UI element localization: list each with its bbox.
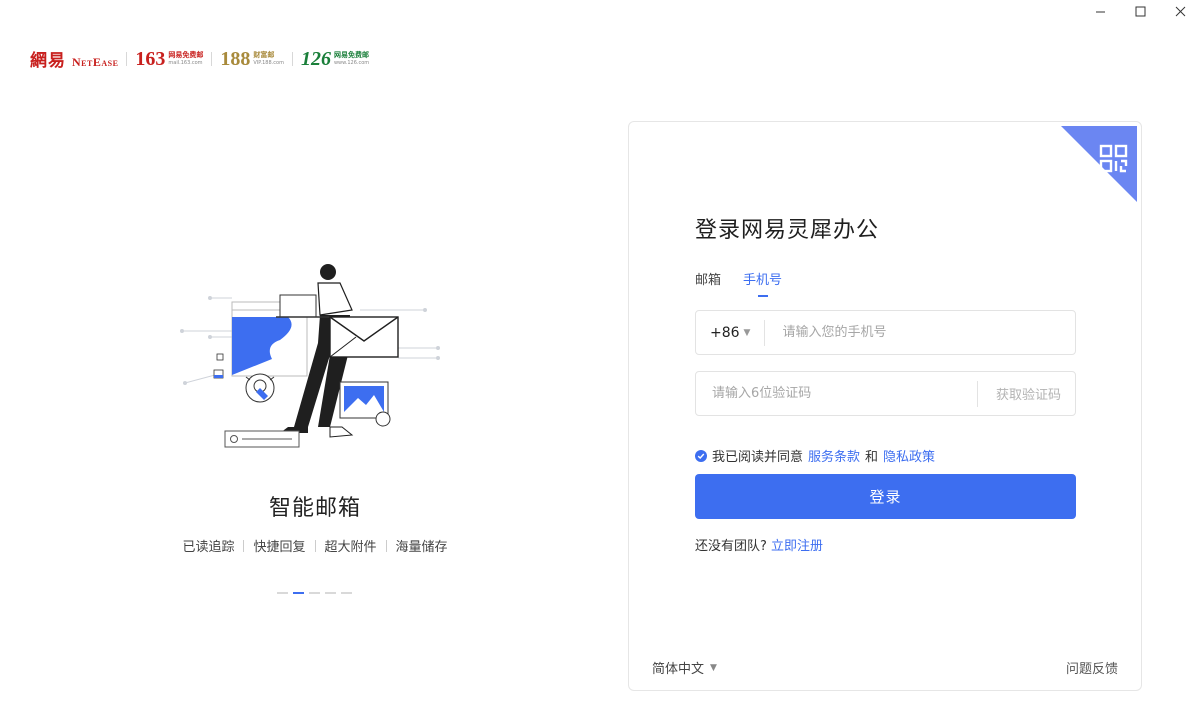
carousel-dot[interactable] [277, 592, 288, 594]
carousel-dot[interactable] [325, 592, 336, 594]
language-value: 简体中文 [652, 662, 705, 677]
brand-126-title: 网易免费邮 [333, 50, 369, 59]
privacy-link[interactable]: 隐私政策 [883, 446, 935, 465]
qr-login-toggle[interactable] [1061, 126, 1137, 202]
maximize-icon [1135, 6, 1145, 16]
brand-188: 188 财富邮 VIP.188.com [220, 49, 284, 69]
get-code-button[interactable]: 获取验证码 [978, 384, 1075, 403]
tab-email[interactable]: 邮箱 [695, 269, 721, 288]
brand-188-title: 财富邮 [253, 50, 275, 59]
signup-row: 还没有团队? 立即注册 [695, 535, 823, 554]
netease-logo-en: NetEase [72, 55, 119, 69]
brand-188-number: 188 [220, 47, 251, 70]
verification-code-input[interactable] [696, 372, 977, 415]
agreement-prefix: 我已阅读并同意 [712, 450, 804, 465]
maximize-button[interactable] [1120, 0, 1160, 22]
phone-field: +86 ▼ [695, 310, 1076, 355]
code-field: 获取验证码 [695, 371, 1076, 416]
minimize-icon [1095, 11, 1105, 12]
carousel-indicator [277, 592, 352, 594]
close-button[interactable] [1160, 0, 1200, 22]
hero-features: 已读追踪 快捷回复 超大附件 海量储存 [0, 536, 630, 555]
feature-large-attachment: 超大附件 [324, 540, 377, 555]
brand-163-title: 网易免费邮 [168, 50, 204, 59]
terms-link[interactable]: 服务条款 [808, 446, 860, 465]
window-controls [1080, 0, 1200, 22]
agreement-and: 和 [865, 450, 879, 465]
hero-title: 智能邮箱 [268, 496, 361, 521]
signup-prefix: 还没有团队? [695, 539, 767, 554]
feature-mass-storage: 海量储存 [395, 540, 448, 555]
caret-down-icon: ▼ [743, 327, 751, 338]
country-code-select[interactable]: +86 ▼ [696, 311, 764, 354]
check-icon [697, 453, 705, 459]
netease-logo: 網易 NetEase [30, 46, 118, 71]
brand-126: 126 网易免费邮 www.126.com [301, 49, 369, 69]
brand-163-url: mail.163.com [168, 59, 203, 66]
feedback-link[interactable]: 问题反馈 [1066, 658, 1118, 677]
login-title: 登录网易灵犀办公 [695, 218, 880, 243]
brand-divider [291, 51, 293, 66]
close-icon [1175, 6, 1185, 16]
minimize-button[interactable] [1080, 0, 1120, 22]
language-select[interactable]: 简体中文 ▼ [652, 658, 717, 677]
brand-126-url: www.126.com [333, 59, 370, 66]
brand-163: 163 网易免费邮 mail.163.com [135, 49, 203, 69]
brand-163-number: 163 [135, 47, 166, 70]
login-card: 登录网易灵犀办公 邮箱 手机号 +86 ▼ 获取验证码 我已阅读并同意 服务条款… [628, 121, 1142, 691]
feature-read-tracking: 已读追踪 [182, 540, 235, 555]
carousel-dot[interactable] [341, 592, 352, 594]
agreement-checkbox[interactable] [695, 449, 707, 462]
login-tabs: 邮箱 手机号 [695, 269, 782, 297]
brand-126-number: 126 [300, 47, 331, 70]
tab-phone[interactable]: 手机号 [743, 269, 782, 297]
signup-link[interactable]: 立即注册 [771, 539, 823, 554]
brand-188-url: VIP.188.com [253, 59, 284, 66]
country-code-value: +86 [710, 324, 740, 341]
netease-logo-cn: 網易 [30, 51, 66, 71]
brand-bar: 網易 NetEase 163 网易免费邮 mail.163.com 188 财富… [30, 46, 369, 72]
agreement-row: 我已阅读并同意 服务条款 和 隐私政策 [695, 446, 935, 465]
carousel-dot-active[interactable] [293, 592, 304, 594]
feature-quick-reply: 快捷回复 [253, 540, 306, 555]
mailbox-illustration [180, 264, 440, 448]
phone-input[interactable] [765, 311, 1075, 354]
carousel-dot[interactable] [309, 592, 320, 594]
brand-divider [211, 51, 213, 66]
login-button[interactable]: 登录 [695, 474, 1076, 519]
brand-divider [126, 51, 128, 66]
caret-down-icon: ▼ [710, 662, 717, 673]
